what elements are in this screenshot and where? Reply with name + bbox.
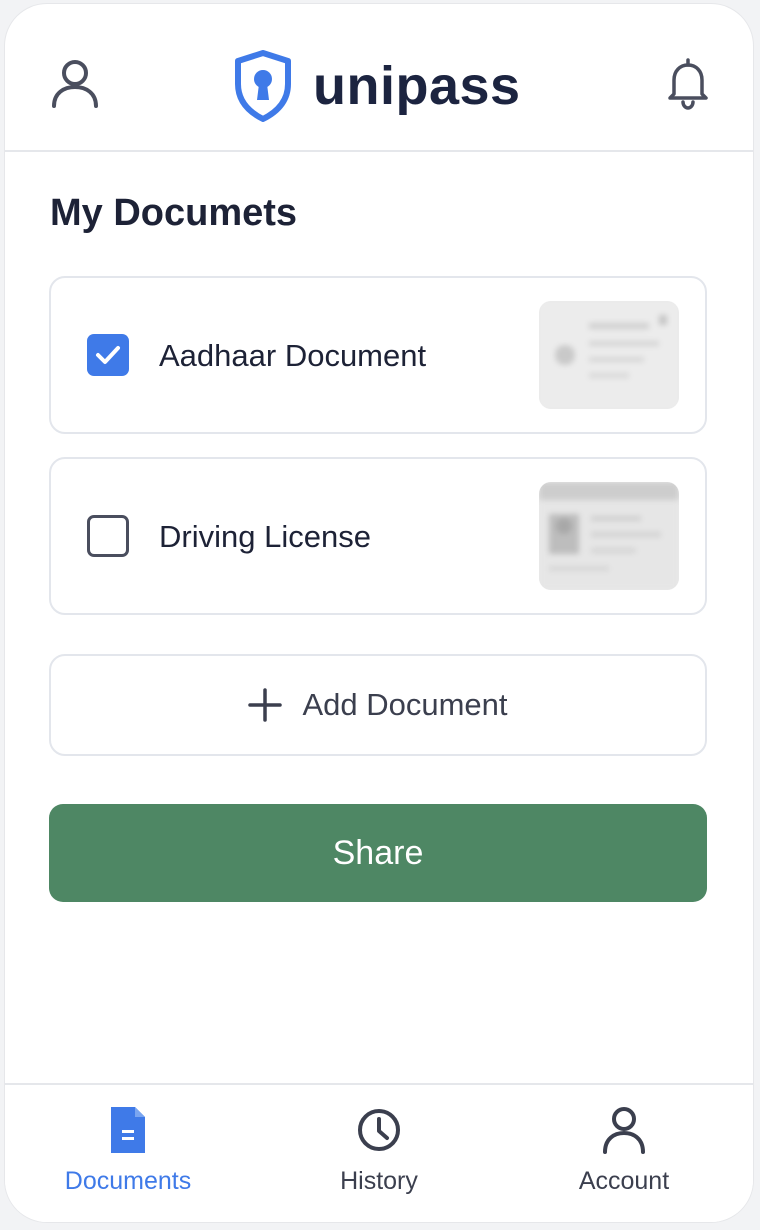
- nav-label: Documents: [64, 1167, 192, 1195]
- page-title: My Documets: [50, 192, 298, 234]
- app-screen: unipass My Documets Aadhaar Document Dri…: [5, 4, 753, 1222]
- document-checkbox-checked[interactable]: [87, 334, 129, 376]
- nav-item-history[interactable]: History: [304, 1085, 454, 1222]
- add-document-label: Add Document: [302, 687, 508, 722]
- nav-item-account[interactable]: Account: [549, 1085, 699, 1222]
- document-label: Aadhaar Document: [159, 338, 427, 373]
- share-label: Share: [332, 833, 424, 872]
- document-checkbox-unchecked[interactable]: [87, 515, 129, 557]
- clock-icon: [358, 1109, 400, 1151]
- app-header: unipass: [5, 4, 753, 152]
- brand-name: unipass: [313, 56, 521, 116]
- bottom-navigation: Documents History Account: [5, 1083, 753, 1222]
- document-icon: [111, 1107, 145, 1153]
- plus-icon: [248, 688, 283, 722]
- share-button[interactable]: Share: [49, 804, 707, 902]
- brand-logo: unipass: [233, 48, 521, 124]
- document-card-driving-license[interactable]: Driving License: [49, 457, 707, 615]
- nav-label: History: [340, 1167, 418, 1195]
- document-thumbnail-image: [539, 482, 679, 590]
- document-card-aadhaar[interactable]: Aadhaar Document: [49, 276, 707, 434]
- user-icon: [603, 1107, 645, 1154]
- nav-label: Account: [578, 1167, 670, 1195]
- shield-keyhole-icon: [235, 50, 291, 122]
- add-document-button[interactable]: Add Document: [49, 654, 707, 756]
- document-label: Driving License: [159, 519, 371, 554]
- bell-icon[interactable]: [665, 58, 711, 110]
- profile-icon[interactable]: [49, 56, 101, 112]
- nav-item-documents[interactable]: Documents: [53, 1085, 203, 1222]
- document-thumbnail-image: [539, 301, 679, 409]
- checkmark-icon: [96, 346, 120, 364]
